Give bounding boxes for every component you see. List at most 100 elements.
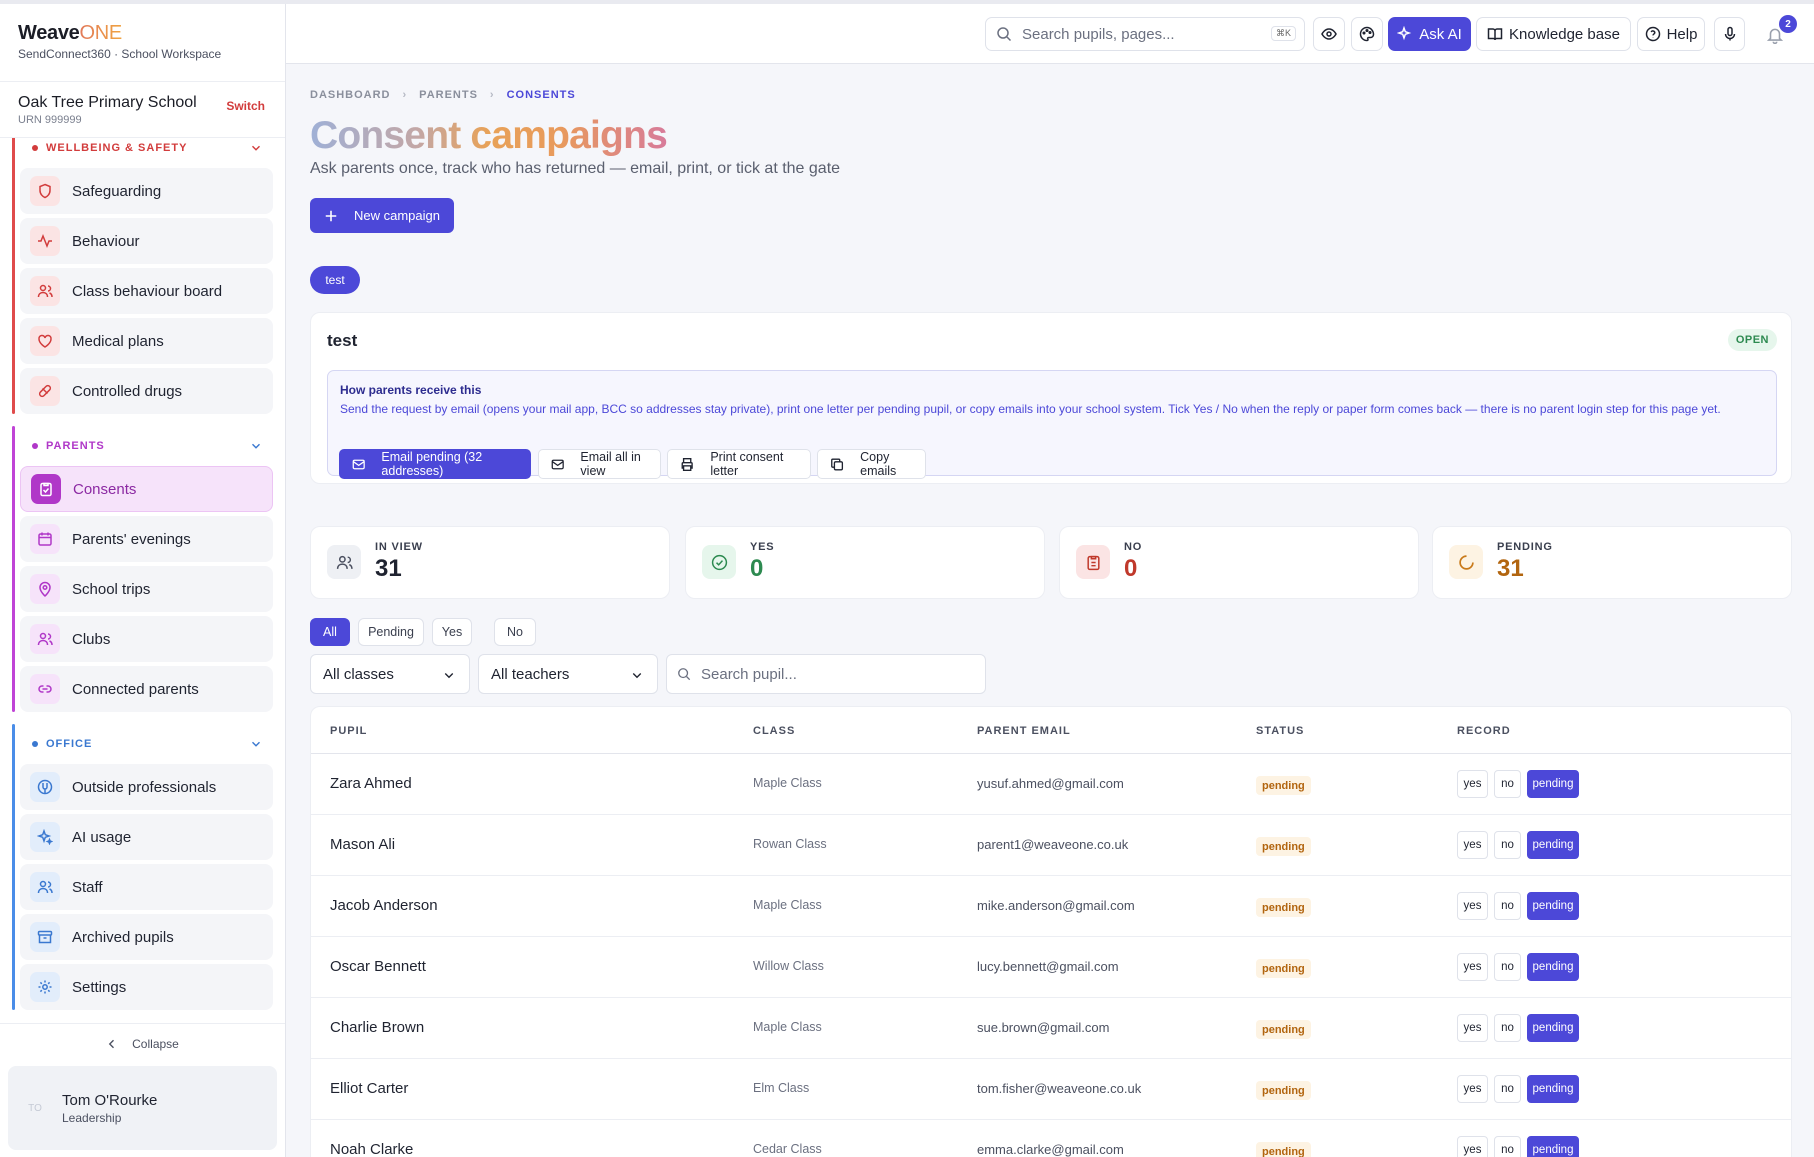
sidebar-item-consents[interactable]: Consents (20, 466, 273, 512)
clipboard-x-icon (1076, 545, 1110, 579)
column-header-parent-email[interactable]: PARENT EMAIL (977, 725, 1071, 737)
chevron-right-icon: › (489, 89, 495, 101)
help-circle-icon (1645, 26, 1660, 42)
record-yes-button[interactable]: yes (1457, 953, 1488, 981)
sidebar-item-behaviour[interactable]: Behaviour (20, 218, 273, 264)
switch-school-button[interactable]: Switch (226, 99, 265, 113)
global-search-input[interactable]: Search pupils, pages... ⌘K (985, 17, 1305, 51)
user-profile[interactable]: TO Tom O'Rourke Leadership (8, 1066, 277, 1150)
pupil-name[interactable]: Mason Ali (330, 836, 395, 853)
record-pending-button[interactable]: pending (1527, 892, 1579, 920)
record-no-button[interactable]: no (1494, 1014, 1521, 1042)
stethoscope-icon (30, 772, 60, 802)
status-badge: pending (1256, 1142, 1311, 1157)
pupil-name[interactable]: Oscar Bennett (330, 958, 426, 975)
stat-in-view: IN VIEW 31 (310, 526, 670, 599)
sparkles-icon (30, 822, 60, 852)
breadcrumb-parents[interactable]: PARENTS (419, 89, 478, 101)
print-letter-button[interactable]: Print consent letter (667, 449, 811, 479)
voice-button[interactable] (1714, 17, 1745, 51)
sidebar-item-staff[interactable]: Staff (20, 864, 273, 910)
stat-value: 0 (1124, 555, 1138, 582)
record-no-button[interactable]: no (1494, 831, 1521, 859)
sidebar-item-parents-evenings[interactable]: Parents' evenings (20, 516, 273, 562)
pupil-name[interactable]: Zara Ahmed (330, 775, 412, 792)
pupil-name[interactable]: Noah Clarke (330, 1141, 413, 1157)
knowledge-base-button[interactable]: Knowledge base (1476, 17, 1631, 51)
record-pending-button[interactable]: pending (1527, 1014, 1579, 1042)
microphone-icon (1724, 26, 1735, 41)
sidebar-item-clubs[interactable]: Clubs (20, 616, 273, 662)
ask-ai-button[interactable]: Ask AI (1388, 17, 1471, 51)
nav-group-header[interactable]: WELLBEING & SAFETY (20, 138, 273, 168)
column-header-class[interactable]: CLASS (753, 725, 795, 737)
copy-emails-button[interactable]: Copy emails (817, 449, 926, 479)
email-pending-button[interactable]: Email pending (32 addresses) (339, 449, 531, 479)
users-icon (30, 276, 60, 306)
email-all-button[interactable]: Email all in view (538, 449, 661, 479)
sidebar-item-settings[interactable]: Settings (20, 964, 273, 1010)
record-yes-button[interactable]: yes (1457, 831, 1488, 859)
link-icon (30, 674, 60, 704)
record-no-button[interactable]: no (1494, 892, 1521, 920)
pupil-search-input[interactable]: Search pupil... (666, 654, 986, 694)
record-pending-button[interactable]: pending (1527, 1136, 1579, 1157)
filter-yes[interactable]: Yes (432, 618, 472, 646)
filter-pending[interactable]: Pending (358, 618, 424, 646)
table-row: Charlie Brown Maple Class sue.brown@gmail.… (311, 998, 1791, 1059)
nav-group-header[interactable]: PARENTS (20, 426, 273, 466)
class-select[interactable]: All classes (310, 654, 470, 694)
record-pending-button[interactable]: pending (1527, 953, 1579, 981)
avatar: TO (28, 1102, 42, 1114)
stat-label: IN VIEW (375, 541, 423, 553)
nav-group-office: OFFICE Outside professionals AI usage St… (12, 724, 273, 1010)
column-header-pupil[interactable]: PUPIL (330, 725, 367, 737)
record-yes-button[interactable]: yes (1457, 1075, 1488, 1103)
sidebar-item-connected-parents[interactable]: Connected parents (20, 666, 273, 712)
pupil-name[interactable]: Jacob Anderson (330, 897, 438, 914)
users-icon (30, 624, 60, 654)
breadcrumb: DASHBOARD › PARENTS › CONSENTS (310, 89, 576, 101)
record-no-button[interactable]: no (1494, 1136, 1521, 1157)
preview-button[interactable] (1313, 17, 1345, 51)
pupil-name[interactable]: Elliot Carter (330, 1080, 408, 1097)
record-no-button[interactable]: no (1494, 953, 1521, 981)
brand-logo[interactable]: WeaveONE (18, 22, 267, 45)
help-button[interactable]: Help (1637, 17, 1705, 51)
sidebar-item-medical-plans[interactable]: Medical plans (20, 318, 273, 364)
sidebar-item-ai-usage[interactable]: AI usage (20, 814, 273, 860)
nav-group-header[interactable]: OFFICE (20, 724, 273, 764)
new-campaign-button[interactable]: New campaign (310, 198, 454, 233)
delivery-info-text: Send the request by email (opens your ma… (340, 402, 1721, 416)
record-yes-button[interactable]: yes (1457, 892, 1488, 920)
pupil-name[interactable]: Charlie Brown (330, 1019, 424, 1036)
parent-email: mike.anderson@gmail.com (977, 898, 1135, 913)
sidebar-item-school-trips[interactable]: School trips (20, 566, 273, 612)
stat-yes: YES 0 (685, 526, 1045, 599)
sidebar-item-controlled-drugs[interactable]: Controlled drugs (20, 368, 273, 414)
breadcrumb-dashboard[interactable]: DASHBOARD (310, 89, 391, 101)
filter-no[interactable]: No (494, 618, 536, 646)
column-header-status[interactable]: STATUS (1256, 725, 1304, 737)
filter-all[interactable]: All (310, 618, 350, 646)
record-no-button[interactable]: no (1494, 1075, 1521, 1103)
record-pending-button[interactable]: pending (1527, 770, 1579, 798)
theme-button[interactable] (1351, 17, 1383, 51)
collapse-sidebar-button[interactable]: Collapse (0, 1023, 285, 1063)
sidebar-item-archived-pupils[interactable]: Archived pupils (20, 914, 273, 960)
sidebar-item-safeguarding[interactable]: Safeguarding (20, 168, 273, 214)
record-yes-button[interactable]: yes (1457, 1014, 1488, 1042)
record-yes-button[interactable]: yes (1457, 770, 1488, 798)
record-no-button[interactable]: no (1494, 770, 1521, 798)
record-pending-button[interactable]: pending (1527, 831, 1579, 859)
sidebar-nav: WELLBEING & SAFETY Safeguarding Behaviou… (0, 138, 285, 1023)
teacher-select[interactable]: All teachers (478, 654, 658, 694)
record-yes-button[interactable]: yes (1457, 1136, 1488, 1157)
pupil-class: Willow Class (753, 959, 824, 973)
sidebar-item-outside-professionals[interactable]: Outside professionals (20, 764, 273, 810)
campaign-chip[interactable]: test (310, 266, 360, 294)
record-pending-button[interactable]: pending (1527, 1075, 1579, 1103)
campaign-title: test (327, 331, 358, 350)
sidebar-item-class-behaviour-board[interactable]: Class behaviour board (20, 268, 273, 314)
mail-icon (352, 459, 365, 469)
